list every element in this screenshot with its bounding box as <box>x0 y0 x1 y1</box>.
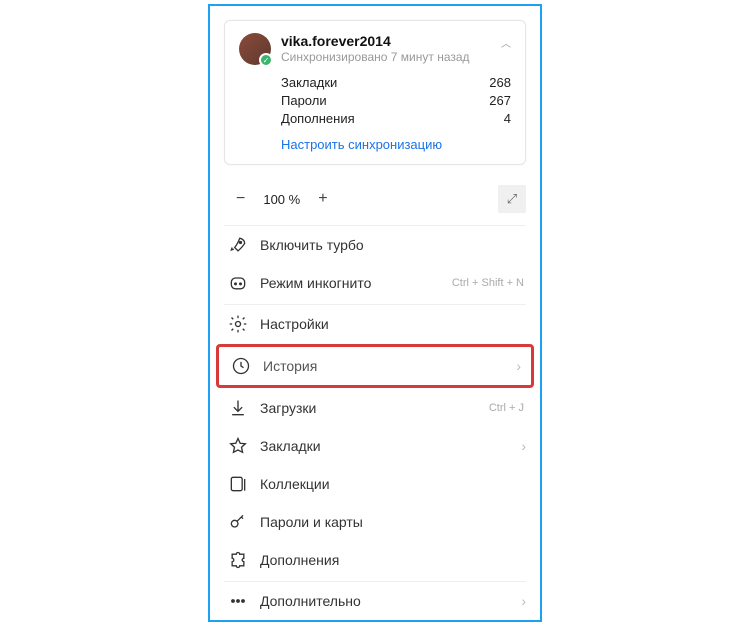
menu-item-bookmarks[interactable]: Закладки › <box>210 427 540 465</box>
shortcut-hint: Ctrl + J <box>489 402 524 414</box>
puzzle-icon <box>228 550 248 570</box>
gear-icon <box>228 314 248 334</box>
more-icon <box>228 591 248 611</box>
menu-label: Загрузки <box>260 400 477 416</box>
menu-item-addons[interactable]: Дополнения <box>210 541 540 579</box>
menu-label: Настройки <box>260 316 526 332</box>
menu-label: Пароли и карты <box>260 514 526 530</box>
stat-addons: Дополнения 4 <box>281 111 511 126</box>
menu-item-downloads[interactable]: Загрузки Ctrl + J <box>210 389 540 427</box>
chevron-right-icon: › <box>521 593 526 609</box>
stat-passwords: Пароли 267 <box>281 93 511 108</box>
fullscreen-icon: ⤢ <box>507 191 517 207</box>
avatar: ✓ <box>239 33 271 65</box>
collapse-icon[interactable]: ︿ <box>501 33 511 50</box>
stat-bookmarks-value: 268 <box>489 75 511 90</box>
browser-menu-panel: ✓ vika.forever2014 Синхронизировано 7 ми… <box>208 4 542 622</box>
menu-label: Режим инкогнито <box>260 275 440 291</box>
menu-item-settings[interactable]: Настройки <box>210 305 540 343</box>
collections-icon <box>228 474 248 494</box>
fullscreen-button[interactable]: ⤢ <box>498 185 526 213</box>
zoom-in-button-icon[interactable]: + <box>318 190 327 208</box>
sync-stats: Закладки 268 Пароли 267 Дополнения 4 <box>239 75 511 126</box>
menu-label: Дополнения <box>260 552 526 568</box>
sync-card: ✓ vika.forever2014 Синхронизировано 7 ми… <box>224 20 526 165</box>
history-icon <box>231 356 251 376</box>
menu-label: Закладки <box>260 438 509 454</box>
username: vika.forever2014 <box>281 33 491 49</box>
stat-passwords-value: 267 <box>489 93 511 108</box>
menu-item-incognito[interactable]: Режим инкогнито Ctrl + Shift + N <box>210 264 540 302</box>
chevron-right-icon: › <box>516 358 521 374</box>
menu-item-history[interactable]: История › <box>216 344 534 388</box>
incognito-icon <box>228 273 248 293</box>
zoom-row: − 100 % + ⤢ <box>210 173 540 225</box>
download-icon <box>228 398 248 418</box>
zoom-level: 100 % <box>263 192 300 207</box>
sync-ok-badge-icon: ✓ <box>259 53 273 67</box>
menu-label: Дополнительно <box>260 593 509 609</box>
menu-label: Включить турбо <box>260 237 526 253</box>
star-icon <box>228 436 248 456</box>
sync-status: Синхронизировано 7 минут назад <box>281 50 491 64</box>
shortcut-hint: Ctrl + Shift + N <box>452 277 524 289</box>
rocket-icon <box>228 235 248 255</box>
menu-item-collections[interactable]: Коллекции <box>210 465 540 503</box>
stat-passwords-label: Пароли <box>281 93 327 108</box>
chevron-right-icon: › <box>521 438 526 454</box>
key-icon <box>228 512 248 532</box>
menu-label: Коллекции <box>260 476 526 492</box>
stat-addons-value: 4 <box>504 111 511 126</box>
zoom-out-button-icon[interactable]: − <box>236 190 245 208</box>
stat-addons-label: Дополнения <box>281 111 355 126</box>
stat-bookmarks-label: Закладки <box>281 75 337 90</box>
menu-item-more[interactable]: Дополнительно › <box>210 582 540 620</box>
sync-header[interactable]: ✓ vika.forever2014 Синхронизировано 7 ми… <box>239 33 511 65</box>
menu-label: История <box>263 358 504 374</box>
stat-bookmarks: Закладки 268 <box>281 75 511 90</box>
menu-item-turbo[interactable]: Включить турбо <box>210 226 540 264</box>
configure-sync-link[interactable]: Настроить синхронизацию <box>239 137 442 152</box>
menu-item-passwords[interactable]: Пароли и карты <box>210 503 540 541</box>
